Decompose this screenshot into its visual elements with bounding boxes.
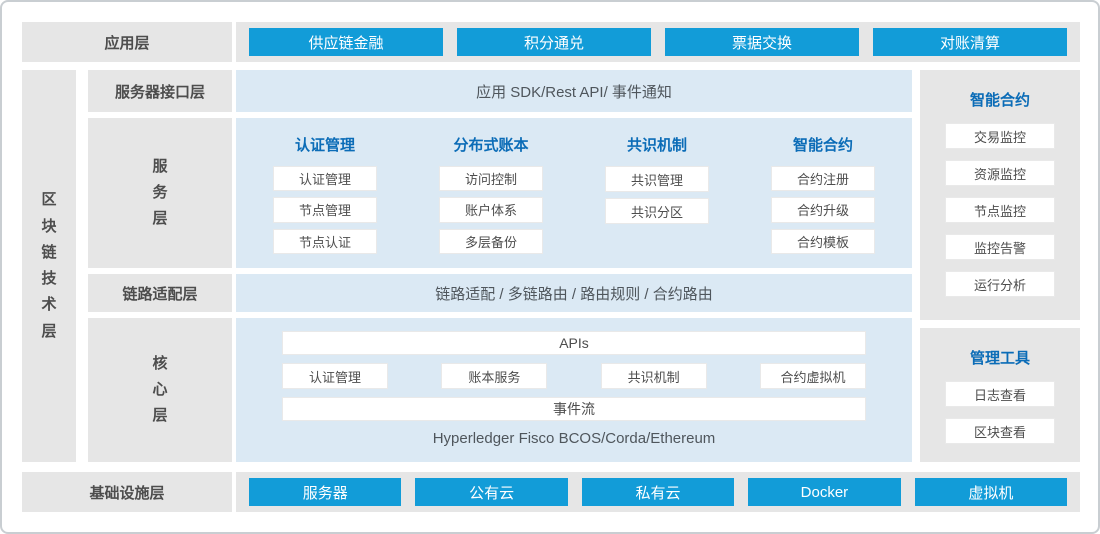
- infra-item-server: 服务器: [249, 478, 401, 506]
- core-module: 合约虚拟机: [760, 363, 866, 389]
- infrastructure-buttons-band: 服务器 公有云 私有云 Docker 虚拟机: [236, 472, 1080, 512]
- infrastructure-layer-label: 基础设施层: [22, 472, 232, 512]
- sdk-api-band: 应用 SDK/Rest API/ 事件通知: [236, 70, 912, 112]
- monitor-panel-header: 智能合约: [970, 89, 1030, 110]
- blockchain-tech-layer-label: 区块链技术层: [41, 187, 58, 345]
- service-column-auth: 认证管理 认证管理 节点管理 节点认证: [242, 126, 408, 260]
- app-item-supply-chain-finance: 供应链金融: [249, 28, 443, 56]
- blockchain-tech-layer-bar: 区块链技术层: [22, 70, 76, 462]
- monitor-item: 交易监控: [945, 123, 1055, 149]
- service-item: 共识分区: [605, 198, 709, 224]
- service-item: 认证管理: [273, 166, 377, 191]
- app-item-points-exchange: 积分通兑: [457, 28, 651, 56]
- monitor-item: 节点监控: [945, 197, 1055, 223]
- core-module: 账本服务: [441, 363, 547, 389]
- platforms-text: Hyperledger Fisco BCOS/Corda/Ethereum: [433, 430, 716, 447]
- link-adapter-layer-label: 链路适配层: [88, 274, 232, 312]
- service-item: 合约模板: [771, 229, 875, 254]
- layer-content-column: 应用 SDK/Rest API/ 事件通知 认证管理 认证管理 节点管理 节点认…: [236, 70, 912, 462]
- monitor-item: 监控告警: [945, 234, 1055, 260]
- tool-item: 日志查看: [945, 381, 1055, 407]
- right-panels-column: 智能合约 交易监控 资源监控 节点监控 监控告警 运行分析 管理工具 日志查看 …: [920, 70, 1080, 462]
- core-module: 共识机制: [601, 363, 707, 389]
- infra-item-docker: Docker: [748, 478, 900, 506]
- service-layer-label: 服务层: [88, 118, 232, 268]
- application-layer-label: 应用层: [22, 22, 232, 62]
- service-column-header: 共识机制: [627, 134, 687, 155]
- service-item: 节点认证: [273, 229, 377, 254]
- monitor-item: 资源监控: [945, 160, 1055, 186]
- infrastructure-layer-row: 基础设施层 服务器 公有云 私有云 Docker 虚拟机: [22, 472, 1080, 512]
- link-adapter-band: 链路适配 / 多链路由 / 路由规则 / 合约路由: [236, 274, 912, 312]
- core-module: 认证管理: [282, 363, 388, 389]
- service-item: 节点管理: [273, 197, 377, 222]
- application-buttons-band: 供应链金融 积分通兑 票据交换 对账清算: [236, 22, 1080, 62]
- core-layer-label: 核心层: [88, 318, 232, 462]
- interface-layer-label: 服务器接口层: [88, 70, 232, 112]
- service-item: 合约注册: [771, 166, 875, 191]
- infra-item-vm: 虚拟机: [915, 478, 1067, 506]
- service-item: 多层备份: [439, 229, 543, 254]
- service-item: 合约升级: [771, 197, 875, 222]
- app-item-bill-exchange: 票据交换: [665, 28, 859, 56]
- tool-item: 区块查看: [945, 418, 1055, 444]
- service-column-header: 认证管理: [295, 134, 355, 155]
- monitor-item: 运行分析: [945, 271, 1055, 297]
- event-stream-box: 事件流: [282, 397, 866, 421]
- core-layer-area: APIs 认证管理 账本服务 共识机制 合约虚拟机 事件流 Hyperledge…: [236, 318, 912, 462]
- blockchain-tech-layer-section: 区块链技术层 服务器接口层 服务层 链路适配层 核心层 应用 SDK/Rest …: [22, 70, 1080, 462]
- service-item: 访问控制: [439, 166, 543, 191]
- service-column-header: 分布式账本: [453, 134, 528, 155]
- architecture-diagram: 应用层 供应链金融 积分通兑 票据交换 对账清算 区块链技术层 服务器接口层 服…: [0, 0, 1100, 534]
- infra-item-public-cloud: 公有云: [415, 478, 567, 506]
- layer-labels-column: 服务器接口层 服务层 链路适配层 核心层: [88, 70, 232, 462]
- tools-panel-header: 管理工具: [970, 347, 1030, 368]
- app-item-reconciliation-clearing: 对账清算: [873, 28, 1067, 56]
- core-modules-row: 认证管理 账本服务 共识机制 合约虚拟机: [282, 363, 866, 389]
- infra-item-private-cloud: 私有云: [582, 478, 734, 506]
- service-column-header: 智能合约: [793, 134, 853, 155]
- apis-box: APIs: [282, 331, 866, 355]
- service-item: 账户体系: [439, 197, 543, 222]
- smart-contract-monitor-panel: 智能合约 交易监控 资源监控 节点监控 监控告警 运行分析: [920, 70, 1080, 320]
- service-item: 共识管理: [605, 166, 709, 192]
- management-tools-panel: 管理工具 日志查看 区块查看: [920, 328, 1080, 462]
- service-layer-area: 认证管理 认证管理 节点管理 节点认证 分布式账本 访问控制 账户体系 多层备份…: [236, 118, 912, 268]
- service-column-consensus: 共识机制 共识管理 共识分区: [574, 126, 740, 260]
- service-column-ledger: 分布式账本 访问控制 账户体系 多层备份: [408, 126, 574, 260]
- application-layer-row: 应用层 供应链金融 积分通兑 票据交换 对账清算: [22, 22, 1080, 62]
- service-column-smart-contract: 智能合约 合约注册 合约升级 合约模板: [740, 126, 906, 260]
